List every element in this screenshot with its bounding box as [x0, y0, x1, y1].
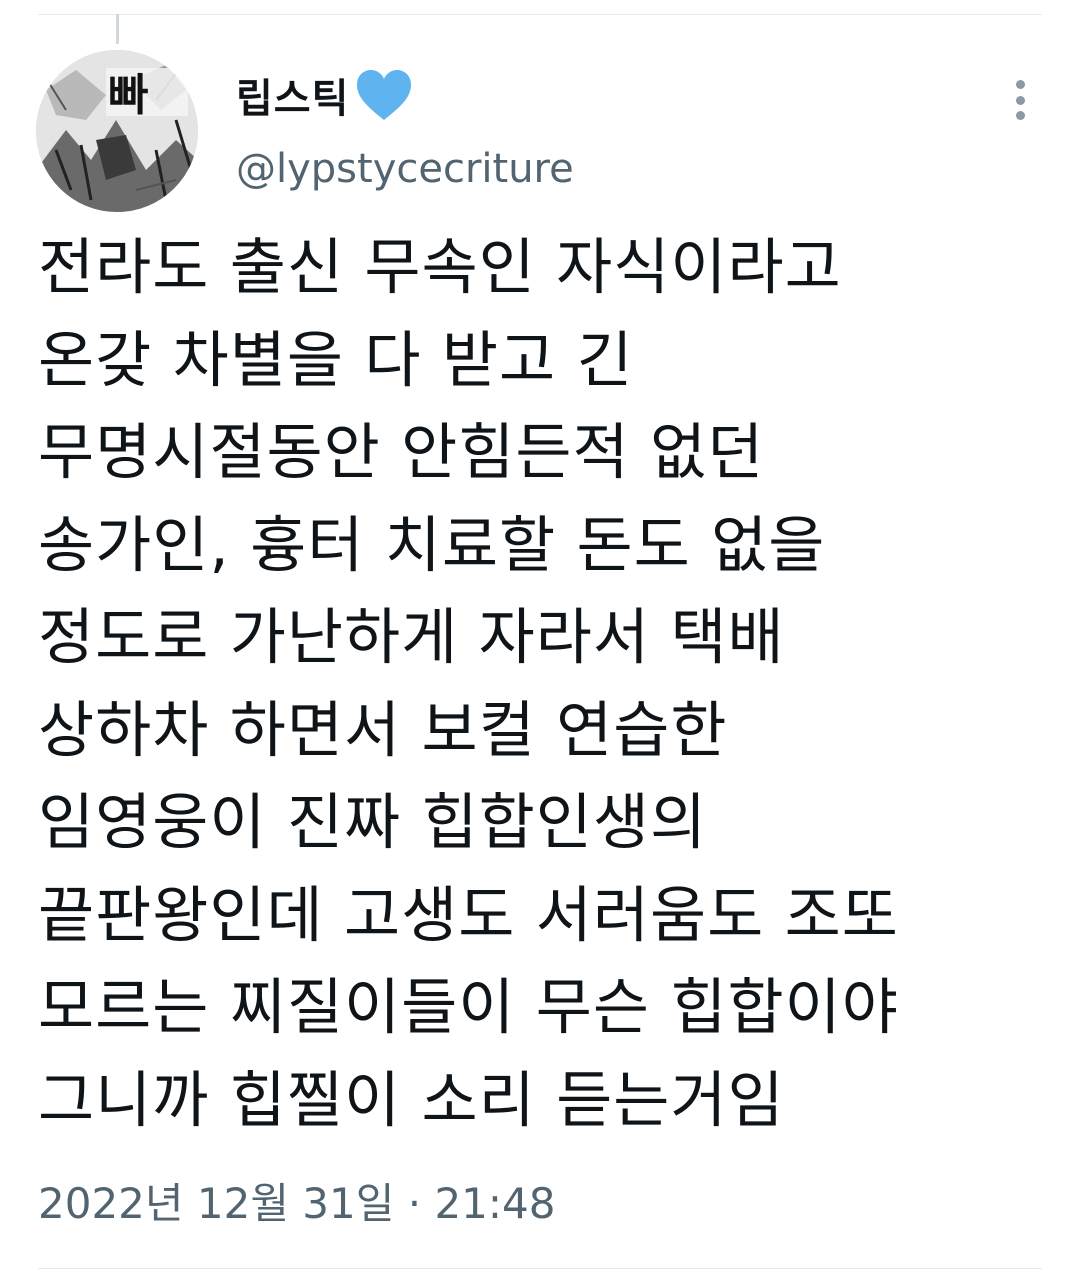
tweet-line: 송가인, 흉터 치료할 돈도 없을: [38, 509, 826, 581]
more-options-icon[interactable]: [1006, 80, 1034, 120]
top-divider: [38, 14, 1042, 15]
more-dot: [1015, 95, 1025, 105]
author-name-row[interactable]: 립스틱: [236, 66, 413, 124]
tweet-line: 온갖 차별을 다 받고 긴: [38, 324, 634, 396]
avatar[interactable]: 빠: [36, 50, 198, 212]
tweet-line: 정도로 가난하게 자라서 택배: [38, 602, 785, 673]
tweet-line: 임영웅이 진짜 힙합인생의: [38, 787, 708, 858]
tweet-line: 모르는 찌질이들이 무슨 힙합이야: [38, 972, 899, 1043]
tweet-line: 무명시절동안 안힘든적 없던: [38, 417, 765, 488]
tweet-text: 전라도 출신 무속인 자식이라고 온갖 차별을 다 받고 긴 무명시절동안 안힘…: [38, 222, 1048, 1147]
avatar-text: 빠: [108, 70, 148, 121]
bottom-divider: [38, 1268, 1042, 1269]
tweet-timestamp[interactable]: 2022년 12월 31일 · 21:48: [38, 1170, 555, 1231]
tweet-line: 그니까 힙찔이 소리 듣는거임: [38, 1064, 785, 1136]
tweet-line: 전라도 출신 무속인 자식이라고: [38, 232, 842, 303]
more-dot: [1015, 111, 1025, 120]
avatar-image: 빠: [36, 50, 198, 212]
author-handle[interactable]: @lypstycecriture: [236, 146, 574, 192]
tweet-line: 끝판왕인데 고생도 서러움도 조또: [38, 879, 899, 951]
thread-connector-line: [116, 14, 119, 44]
blue-heart-icon: [355, 68, 413, 122]
tweet-line: 상하차 하면서 보컬 연습한: [38, 694, 728, 766]
display-name[interactable]: 립스틱: [236, 66, 349, 124]
more-dot: [1015, 80, 1025, 89]
